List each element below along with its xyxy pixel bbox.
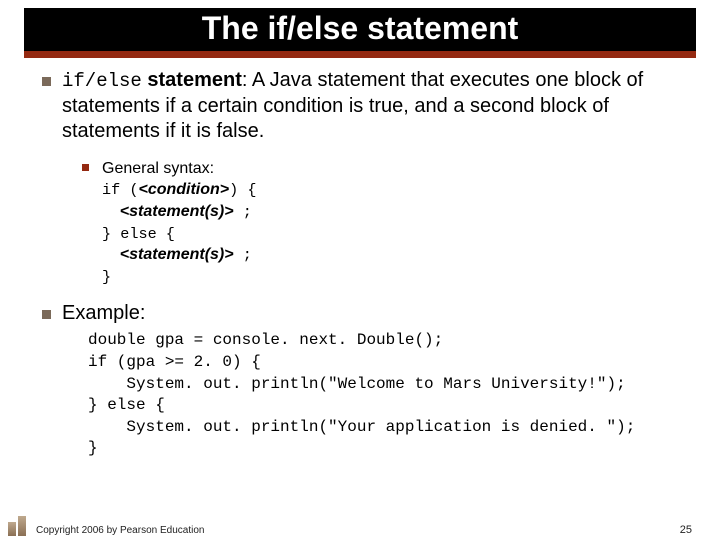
term-code: if/else <box>62 70 142 92</box>
syntax-semi1: ; <box>234 203 252 221</box>
syntax-close: } <box>102 268 111 286</box>
slide-title: The if/else statement <box>24 8 696 51</box>
page-number: 25 <box>680 524 692 536</box>
syntax-condition: <condition> <box>138 181 229 198</box>
syntax-block: General syntax: if (<condition>) { <stat… <box>36 158 684 288</box>
slide-content: if/else statement: A Java statement that… <box>0 68 720 460</box>
syntax-stmt2: <statement(s)> <box>120 246 234 263</box>
main-definition: if/else statement: A Java statement that… <box>36 68 684 144</box>
syntax-line1c: ) { <box>229 181 256 199</box>
syntax-stmt1: <statement(s)> <box>120 203 234 220</box>
title-accent-bar <box>24 51 696 58</box>
syntax-line1a: if ( <box>102 181 138 199</box>
example-heading-text: Example: <box>62 302 145 324</box>
example-code: double gpa = console. next. Double(); if… <box>62 330 684 460</box>
slide-decoration-icon <box>6 516 32 536</box>
syntax-label: General syntax: <box>102 160 214 177</box>
syntax-else: } else { <box>102 225 175 243</box>
syntax-semi2: ; <box>234 246 252 264</box>
copyright-footer: Copyright 2006 by Pearson Education <box>36 525 204 536</box>
term-bold: statement <box>142 69 242 91</box>
example-heading: Example: double gpa = console. next. Dou… <box>36 301 684 460</box>
